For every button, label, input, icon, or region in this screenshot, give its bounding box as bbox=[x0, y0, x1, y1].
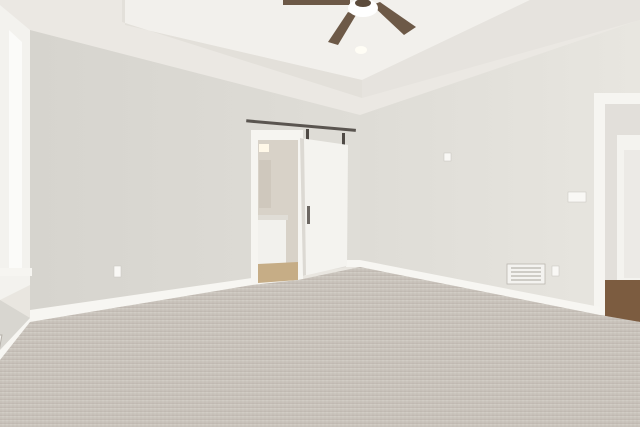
window-sill bbox=[0, 268, 32, 276]
room-illustration bbox=[0, 0, 640, 427]
recessed-light bbox=[355, 46, 367, 54]
empty-bedroom-photo bbox=[0, 0, 640, 427]
wall-outlet-right bbox=[551, 265, 560, 277]
window-glass bbox=[9, 30, 22, 275]
bathroom-vanity-top bbox=[258, 215, 288, 220]
wall-thermostat bbox=[443, 152, 452, 162]
bathroom-floor bbox=[258, 262, 298, 283]
light-switch bbox=[567, 191, 587, 203]
wall-outlet-left bbox=[113, 265, 122, 278]
ceiling-fan-blade-left bbox=[283, 0, 350, 5]
right-closet-door-panel bbox=[624, 150, 640, 278]
hardwood-floor bbox=[605, 280, 640, 322]
barn-door-handle bbox=[307, 206, 310, 224]
bathroom-light bbox=[259, 144, 269, 152]
bathroom-mirror bbox=[259, 160, 271, 208]
bathroom-vanity bbox=[258, 218, 286, 264]
wall-vent bbox=[506, 263, 546, 285]
